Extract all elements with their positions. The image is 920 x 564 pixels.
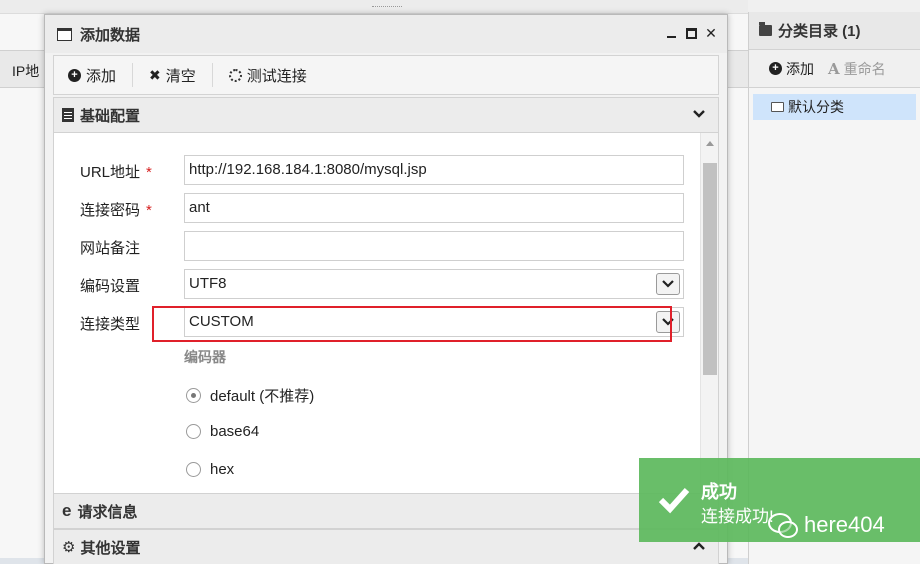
radio-checked-icon[interactable] — [186, 388, 201, 403]
resize-grip[interactable] — [372, 6, 402, 8]
add-data-dialog: 添加数据 ✕ + 添加 ✖ 清空 测试连接 基础配置 URL地址 * http:/… — [44, 14, 728, 564]
top-strip — [0, 0, 748, 14]
category-panel-title: 分类目录 (1) — [749, 12, 920, 50]
encoder-option-label: base64 — [210, 423, 260, 440]
password-label: 连接密码 * — [80, 202, 152, 219]
edge-e-icon: e — [62, 501, 72, 520]
dialog-title: 添加数据 — [80, 26, 141, 44]
url-label: URL地址 * — [80, 164, 152, 181]
watermark: here404 — [768, 512, 885, 538]
document-icon — [62, 108, 74, 122]
category-title-text: 分类目录 (1) — [778, 23, 861, 40]
scroll-up-arrow-icon[interactable] — [706, 141, 714, 146]
form-scrollbar[interactable] — [700, 133, 718, 506]
category-add-label: 添加 — [786, 60, 814, 77]
window-controls: ✕ — [666, 26, 717, 40]
encoder-option-default[interactable]: default (不推荐) — [186, 385, 314, 406]
encoder-label: 编码器 — [184, 349, 226, 365]
encoding-value: UTF8 — [189, 275, 227, 292]
tree-item-default[interactable]: 默认分类 — [753, 94, 916, 120]
section-basic-config[interactable]: 基础配置 — [53, 97, 719, 133]
encoder-option-label: default (不推荐) — [210, 388, 315, 405]
encoder-option-base64[interactable]: base64 — [186, 423, 259, 440]
encoding-row: 编码设置 UTF8 — [54, 269, 694, 299]
dialog-titlebar[interactable]: 添加数据 — [45, 15, 727, 53]
radio-icon[interactable] — [186, 424, 201, 439]
encoding-select[interactable]: UTF8 — [184, 269, 684, 299]
section-other-title: 其他设置 — [80, 539, 141, 557]
toast-title: 成功 — [701, 482, 737, 502]
test-connection-label: 测试连接 — [246, 67, 307, 85]
minimize-icon[interactable] — [666, 27, 678, 39]
encoding-label: 编码设置 — [80, 278, 141, 295]
test-connection-button[interactable]: 测试连接 — [228, 63, 323, 87]
url-input[interactable]: http://192.168.184.1:8080/mysql.jsp — [184, 155, 684, 185]
conn-type-value: CUSTOM — [189, 313, 254, 330]
spinner-icon — [228, 68, 242, 82]
chevron-down-icon[interactable] — [656, 273, 680, 295]
x-icon: ✖ — [149, 66, 161, 83]
category-rename-label: 重命名 — [843, 60, 886, 77]
folder-open-icon — [771, 102, 784, 112]
toast-message: 连接成功! — [701, 507, 774, 526]
encoder-option-hex[interactable]: hex — [186, 461, 234, 478]
dialog-toolbar: + 添加 ✖ 清空 测试连接 — [53, 55, 719, 95]
radio-icon[interactable] — [186, 462, 201, 477]
font-icon: A — [828, 59, 840, 78]
scroll-thumb[interactable] — [703, 163, 717, 375]
plus-circle-icon: + — [769, 62, 782, 75]
note-input[interactable] — [184, 231, 684, 261]
wechat-icon — [768, 513, 798, 538]
password-row: 连接密码 * ant — [54, 193, 694, 223]
ip-column-header[interactable]: IP地 — [12, 61, 39, 81]
note-label: 网站备注 — [80, 240, 141, 257]
category-add-button[interactable]: + 添加 — [769, 59, 814, 79]
required-mark: * — [146, 164, 152, 181]
chevron-down-icon[interactable] — [656, 311, 680, 333]
category-rename-button[interactable]: A 重命名 — [828, 59, 886, 79]
section-basic-title: 基础配置 — [80, 107, 141, 125]
window-icon — [57, 27, 72, 41]
clear-button-label: 清空 — [165, 67, 196, 85]
section-other-settings[interactable]: ⚙ 其他设置 — [53, 529, 719, 564]
category-toolbar: + 添加 A 重命名 — [749, 50, 920, 88]
folder-icon — [759, 22, 772, 36]
add-button-label: 添加 — [86, 67, 117, 85]
conn-type-label: 连接类型 — [80, 316, 141, 333]
required-mark: * — [146, 202, 152, 219]
note-row: 网站备注 — [54, 231, 694, 261]
gears-icon: ⚙ — [62, 539, 76, 556]
plus-circle-icon: + — [68, 68, 81, 82]
conn-type-row: 连接类型 CUSTOM — [54, 307, 694, 337]
chevron-down-icon[interactable] — [692, 107, 706, 121]
clear-button[interactable]: ✖ 清空 — [149, 63, 213, 87]
basic-config-form: URL地址 * http://192.168.184.1:8080/mysql.j… — [53, 133, 719, 507]
checkmark-icon — [658, 487, 690, 514]
add-button[interactable]: + 添加 — [68, 63, 134, 87]
tree-item-label: 默认分类 — [788, 99, 844, 115]
encoder-option-label: hex — [210, 461, 235, 478]
maximize-icon[interactable] — [686, 27, 697, 39]
close-icon[interactable]: ✕ — [705, 26, 717, 40]
url-row: URL地址 * http://192.168.184.1:8080/mysql.j… — [54, 155, 694, 185]
password-input[interactable]: ant — [184, 193, 684, 223]
category-tree: 默认分类 — [749, 88, 920, 126]
section-request-info[interactable]: e 请求信息 — [53, 493, 719, 529]
watermark-text: here404 — [804, 512, 885, 537]
section-request-title: 请求信息 — [77, 503, 138, 521]
conn-type-select[interactable]: CUSTOM — [184, 307, 684, 337]
